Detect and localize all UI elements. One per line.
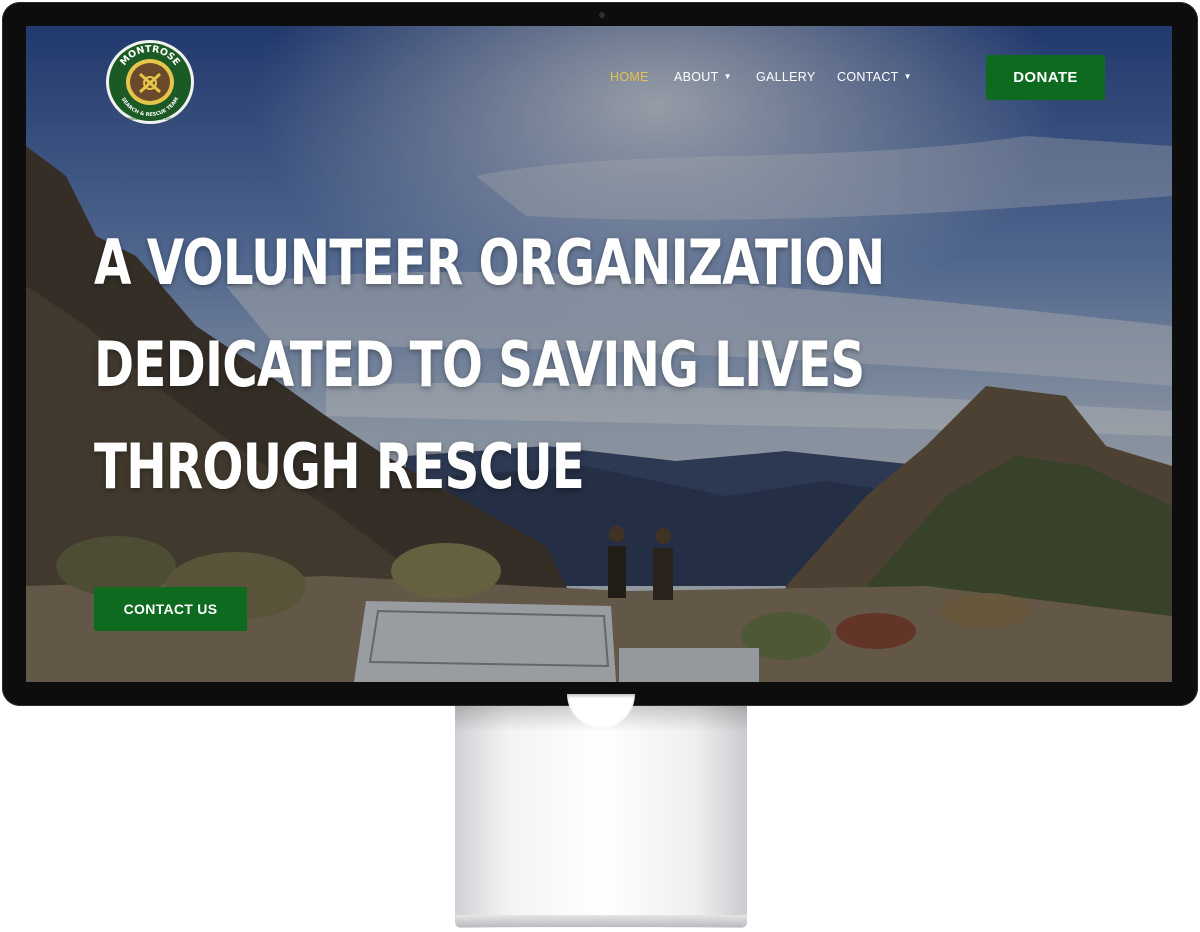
nav-home-label: HOME bbox=[610, 70, 649, 84]
nav-about[interactable]: ABOUT ▼ bbox=[674, 70, 732, 84]
chevron-down-icon: ▼ bbox=[723, 72, 732, 81]
nav-gallery-label: GALLERY bbox=[756, 70, 816, 84]
camera-dot bbox=[599, 12, 605, 18]
hero-line-2: DEDICATED TO SAVING LIVES bbox=[94, 328, 865, 401]
contact-us-button[interactable]: CONTACT US bbox=[94, 587, 247, 631]
donate-button[interactable]: DONATE bbox=[986, 55, 1105, 100]
hero-line-3: THROUGH RESCUE bbox=[94, 430, 585, 503]
hero-heading: A VOLUNTEER ORGANIZATION DEDICATED TO SA… bbox=[94, 212, 885, 518]
logo-small-print: WWW.MONTROSESRT.ORG bbox=[128, 117, 173, 121]
nav-contact-label: CONTACT bbox=[837, 70, 899, 84]
nav-about-label: ABOUT bbox=[674, 70, 719, 84]
nav-gallery[interactable]: GALLERY bbox=[756, 70, 816, 84]
nav-contact[interactable]: CONTACT ▼ bbox=[837, 70, 912, 84]
nav-home[interactable]: HOME bbox=[610, 70, 649, 84]
website-screen: MONTROSE SEARCH & RESCUE TEAM WWW.MONTRO… bbox=[26, 26, 1172, 682]
stand-base bbox=[455, 915, 747, 927]
chevron-down-icon: ▼ bbox=[903, 72, 912, 81]
monitor-stand bbox=[455, 706, 747, 928]
hero-line-1: A VOLUNTEER ORGANIZATION bbox=[94, 226, 885, 299]
montrose-logo[interactable]: MONTROSE SEARCH & RESCUE TEAM WWW.MONTRO… bbox=[104, 36, 196, 128]
